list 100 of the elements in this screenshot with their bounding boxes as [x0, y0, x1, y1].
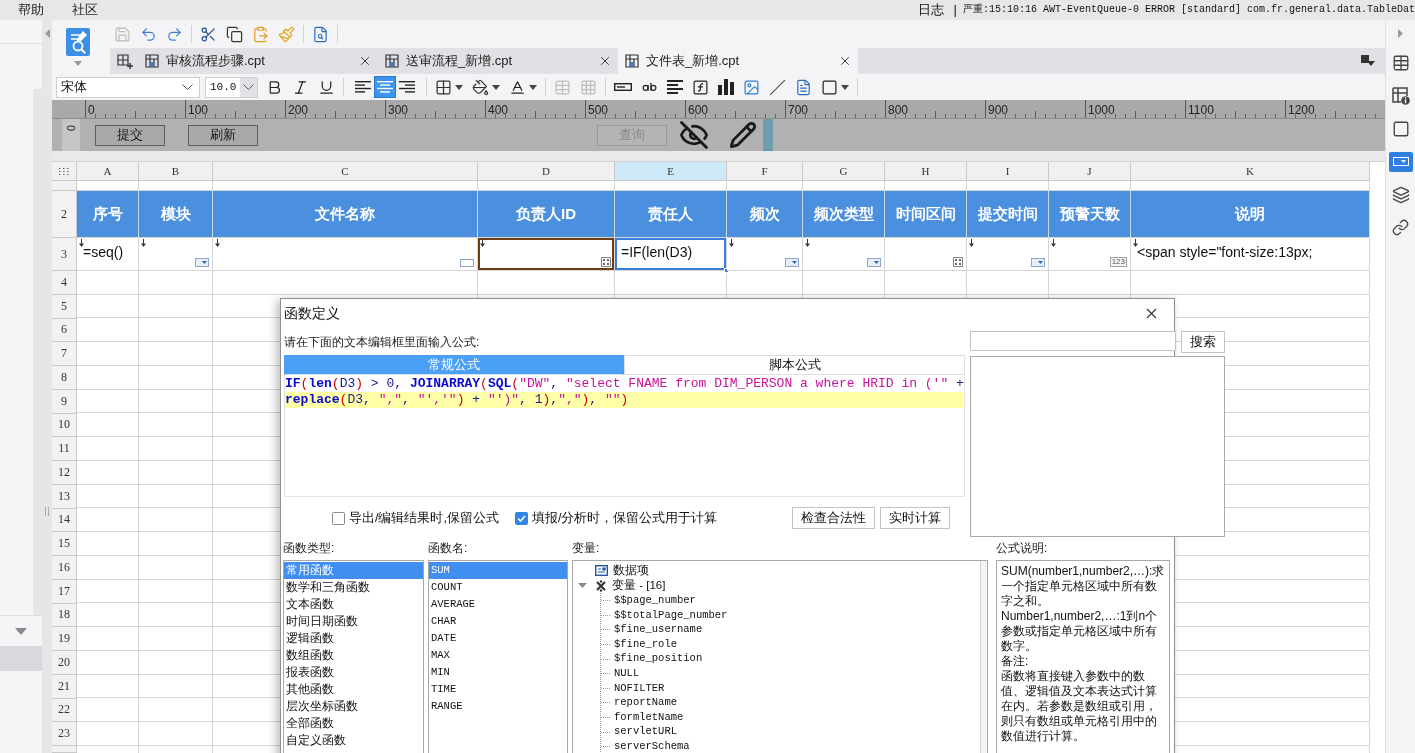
tree-item[interactable]: servletURL	[614, 725, 677, 738]
row-number[interactable]: 10	[52, 413, 77, 438]
file-tab[interactable]: 审核流程步骤.cpt	[138, 48, 378, 74]
bar-chart-icon[interactable]	[718, 79, 734, 95]
tree-item[interactable]: reportName	[614, 696, 677, 709]
row-number[interactable]: 8	[52, 366, 77, 390]
column-header[interactable]: D	[478, 162, 615, 181]
square-icon[interactable]	[821, 78, 838, 96]
tree-item[interactable]: formletName	[614, 710, 684, 723]
form-button[interactable]: 提交	[95, 124, 165, 146]
grip-icon[interactable]	[45, 507, 49, 516]
table-cell[interactable]	[139, 238, 213, 271]
text-field-icon[interactable]	[614, 83, 632, 91]
tree-item[interactable]: 数据项	[573, 563, 980, 578]
search-button[interactable]: 搜索	[1180, 331, 1225, 353]
pencil-icon[interactable]	[729, 121, 757, 149]
list-item[interactable]: 时间日期函数	[284, 613, 423, 630]
list-item[interactable]: 其他函数	[284, 681, 423, 698]
dialog-button[interactable]: 检查合法性	[791, 507, 875, 529]
copy-icon[interactable]	[226, 25, 243, 43]
tree-item[interactable]: $fine_username	[614, 623, 703, 636]
tree-item[interactable]: $fine_role	[614, 637, 677, 650]
corner-cell[interactable]	[52, 162, 77, 181]
checkbox[interactable]	[332, 511, 345, 525]
column-header[interactable]: B	[139, 162, 213, 181]
scissors-icon[interactable]	[200, 25, 217, 43]
tree-item[interactable]: NULL	[614, 666, 640, 679]
list-item[interactable]: 文本函数	[284, 596, 423, 613]
list-item[interactable]: 数组函数	[284, 647, 423, 664]
row-number[interactable]: 7	[52, 342, 77, 366]
table-cell[interactable]	[727, 238, 803, 271]
row-number[interactable]: 16	[52, 556, 77, 580]
checkbox[interactable]	[514, 511, 528, 525]
checkbox-label[interactable]: 导出/编辑结果时,保留公式	[349, 509, 499, 527]
caret-left-icon[interactable]	[44, 29, 50, 38]
row-number[interactable]: 3	[52, 238, 77, 271]
size-select[interactable]: 10.0	[205, 76, 258, 98]
row-number[interactable]: 11	[52, 437, 77, 461]
row-number[interactable]: 19	[52, 627, 77, 651]
tree-item[interactable]: NOFILTER	[614, 681, 665, 694]
list-item[interactable]: 全部函数	[284, 715, 423, 732]
formula-editor[interactable]: IF(len(D3) > 0, JOINARRAY(SQL("DW", "select FNAME from DIM_PERSON a where HRID in ('" + replace(D3, ",", "','") + "')", 1),","), "")	[284, 375, 965, 497]
preview-icon[interactable]	[312, 25, 329, 43]
tree-item[interactable]: serverSchema	[614, 739, 690, 752]
file-tab[interactable]: 文件表_新增.cpt	[618, 48, 858, 74]
italic-icon[interactable]	[292, 78, 309, 96]
list-item[interactable]: DATE	[429, 630, 567, 647]
scrollbar[interactable]	[33, 89, 42, 615]
font-select[interactable]: 宋体	[56, 76, 200, 98]
list-item[interactable]: MAX	[429, 647, 567, 664]
form-button[interactable]: 刷新	[188, 124, 258, 146]
close-icon[interactable]	[838, 54, 852, 68]
redo-icon[interactable]	[166, 25, 183, 43]
dialog-button[interactable]: 实时计算	[879, 507, 950, 529]
border-icon[interactable]	[435, 78, 452, 96]
cell-grid[interactable]	[77, 181, 1370, 191]
checkbox-label[interactable]: 填报/分析时，保留公式用于计算	[531, 509, 718, 527]
row-number[interactable]: 9	[52, 389, 77, 414]
tree-item[interactable]: $$page_number	[614, 594, 696, 606]
row-number[interactable]: 15	[52, 532, 77, 556]
row-number[interactable]: 5	[52, 294, 77, 319]
list-item[interactable]: 自定义函数	[284, 732, 423, 749]
row-number[interactable]: 14	[52, 508, 77, 533]
formula-tab[interactable]: 脚本公式	[624, 355, 965, 375]
tree-item[interactable]: $fine_position	[614, 652, 703, 665]
column-header[interactable]: F	[727, 162, 803, 181]
list-item[interactable]: 层次坐标函数	[284, 698, 423, 715]
underline-icon[interactable]	[318, 78, 335, 96]
new-sheet-icon[interactable]	[117, 53, 133, 69]
column-header[interactable]: K	[1131, 162, 1370, 181]
list-item[interactable]: 数学和三角函数	[284, 579, 423, 596]
row-number[interactable]: 18	[52, 603, 77, 628]
table-cell[interactable]	[213, 238, 478, 271]
table-cell[interactable]	[885, 238, 967, 271]
row-number[interactable]: 17	[52, 579, 77, 604]
image-icon[interactable]	[743, 78, 760, 96]
close-icon[interactable]	[598, 54, 612, 68]
tree-item[interactable]: 变量 - [16]	[573, 578, 980, 593]
list-item[interactable]: 逻辑函数	[284, 630, 423, 647]
row-number[interactable]: 23	[52, 722, 77, 746]
file-tab[interactable]: 送审流程_新增.cpt	[378, 48, 618, 74]
column-header[interactable]: J	[1049, 162, 1131, 181]
row-number[interactable]: 21	[52, 674, 77, 699]
menu-item[interactable]: 社区	[58, 1, 112, 19]
document-icon[interactable]	[795, 78, 812, 96]
tab-menu-icon[interactable]	[1361, 55, 1375, 67]
row-number[interactable]: 6	[52, 318, 77, 343]
slash-icon[interactable]	[769, 78, 786, 96]
column-header[interactable]: H	[885, 162, 967, 181]
list-item[interactable]: COUNT	[429, 579, 567, 596]
function-icon[interactable]	[692, 78, 709, 96]
table-cell[interactable]: <span style="font-size:13px;	[1131, 238, 1370, 271]
list-item[interactable]: 报表函数	[284, 664, 423, 681]
table-cell[interactable]	[478, 238, 615, 271]
table-cell[interactable]: 123	[1049, 238, 1131, 271]
text-lines-icon[interactable]	[667, 80, 683, 94]
table-cell[interactable]: =seq()	[77, 238, 139, 271]
column-header[interactable]: A	[77, 162, 139, 181]
list-item[interactable]: TIME	[429, 681, 567, 698]
row-number[interactable]: 12	[52, 461, 77, 485]
